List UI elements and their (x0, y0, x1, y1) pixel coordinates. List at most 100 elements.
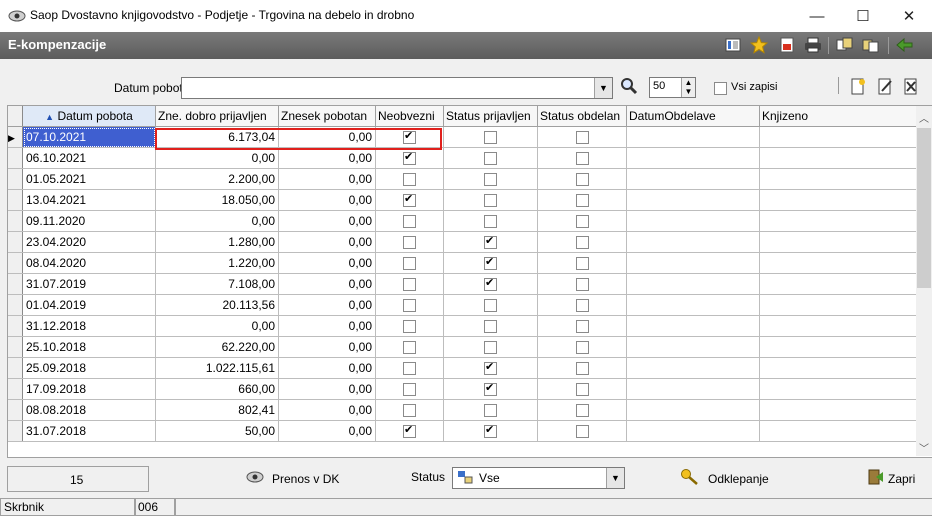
col-header-datum-pobota[interactable]: ▲ Datum pobota (22, 106, 156, 127)
cell-datum-obdelave[interactable] (626, 420, 760, 442)
table-row[interactable]: 13.04.2021 18.050,00 0,00 (8, 189, 918, 211)
status-prijavljen-checkbox[interactable] (484, 255, 497, 271)
cell-knjizeno[interactable] (759, 294, 918, 316)
status-obdelan-checkbox[interactable] (575, 383, 589, 397)
cell-zne-dobro-prijavljen[interactable]: 50,00 (155, 420, 279, 442)
row-indicator[interactable] (8, 210, 23, 232)
row-indicator[interactable] (8, 420, 23, 442)
all-records-checkbox[interactable] (714, 82, 727, 96)
neobvezni-checkbox[interactable] (403, 299, 416, 313)
scroll-up-icon[interactable]: ︿ (919, 110, 929, 125)
cell-znesek-pobotan[interactable]: 0,00 (278, 147, 376, 169)
cell-zne-dobro-prijavljen[interactable]: 6.173,04 (155, 126, 279, 148)
status-obdelan-checkbox[interactable] (575, 425, 589, 439)
date-filter-combo[interactable]: ▼ (181, 77, 613, 99)
table-row[interactable]: 01.05.2021 2.200,00 0,00 (8, 168, 918, 190)
favorite-star-icon[interactable] (750, 36, 768, 54)
minimize-button[interactable]: — (794, 0, 840, 32)
delete-document-icon[interactable] (903, 78, 919, 99)
cell-datum-pobota[interactable]: 25.09.2018 (22, 357, 156, 379)
cell-knjizeno[interactable] (759, 399, 918, 421)
cell-datum-obdelave[interactable] (626, 210, 760, 232)
cell-datum-pobota[interactable]: 17.09.2018 (22, 378, 156, 400)
cell-knjizeno[interactable] (759, 126, 918, 148)
cell-zne-dobro-prijavljen[interactable]: 1.022.115,61 (155, 357, 279, 379)
cell-znesek-pobotan[interactable]: 0,00 (278, 210, 376, 232)
cell-status-prijavljen[interactable] (443, 357, 538, 379)
scroll-down-icon[interactable]: ﹀ (919, 440, 929, 455)
neobvezni-checkbox[interactable] (403, 423, 416, 439)
col-header-status-obdelan[interactable]: Status obdelan (537, 106, 627, 127)
cell-status-prijavljen[interactable] (443, 210, 538, 232)
cell-datum-pobota[interactable]: 31.07.2019 (22, 273, 156, 295)
cell-status-prijavljen[interactable] (443, 273, 538, 295)
status-obdelan-checkbox[interactable] (575, 131, 589, 145)
vertical-scrollbar[interactable]: ︿ ﹀ (916, 106, 932, 456)
cell-status-prijavljen[interactable] (443, 189, 538, 211)
row-indicator[interactable] (8, 399, 23, 421)
status-obdelan-checkbox[interactable] (575, 173, 589, 187)
cell-zne-dobro-prijavljen[interactable]: 1.280,00 (155, 231, 279, 253)
search-icon[interactable] (620, 77, 638, 98)
cell-datum-pobota[interactable]: 09.11.2020 (22, 210, 156, 232)
cell-status-prijavljen[interactable] (443, 168, 538, 190)
status-obdelan-checkbox[interactable] (575, 215, 589, 229)
cell-status-obdelan[interactable] (537, 294, 627, 316)
cell-znesek-pobotan[interactable]: 0,00 (278, 420, 376, 442)
col-header-znesek-pobotan[interactable]: Znesek pobotan (278, 106, 376, 127)
edit-document-icon[interactable] (877, 78, 893, 99)
cell-zne-dobro-prijavljen[interactable]: 2.200,00 (155, 168, 279, 190)
cell-datum-pobota[interactable]: 01.05.2021 (22, 168, 156, 190)
cell-status-obdelan[interactable] (537, 315, 627, 337)
cell-zne-dobro-prijavljen[interactable]: 660,00 (155, 378, 279, 400)
cell-neobvezni[interactable] (375, 336, 444, 358)
table-row[interactable]: 31.07.2018 50,00 0,00 (8, 420, 918, 442)
cell-zne-dobro-prijavljen[interactable]: 0,00 (155, 315, 279, 337)
neobvezni-checkbox[interactable] (403, 173, 416, 187)
neobvezni-checkbox[interactable] (403, 257, 416, 271)
row-indicator[interactable] (8, 189, 23, 211)
cell-znesek-pobotan[interactable]: 0,00 (278, 357, 376, 379)
status-obdelan-checkbox[interactable] (575, 152, 589, 166)
status-obdelan-checkbox[interactable] (575, 236, 589, 250)
cell-datum-obdelave[interactable] (626, 336, 760, 358)
cell-datum-pobota[interactable]: 25.10.2018 (22, 336, 156, 358)
exit-arrow-icon[interactable] (896, 36, 914, 54)
cell-knjizeno[interactable] (759, 378, 918, 400)
new-document-icon[interactable] (850, 78, 866, 99)
cell-znesek-pobotan[interactable]: 0,00 (278, 378, 376, 400)
cell-datum-obdelave[interactable] (626, 357, 760, 379)
cell-neobvezni[interactable] (375, 378, 444, 400)
cell-datum-pobota[interactable]: 07.10.2021 (22, 126, 156, 148)
status-obdelan-checkbox[interactable] (575, 194, 589, 208)
cell-znesek-pobotan[interactable]: 0,00 (278, 273, 376, 295)
cell-neobvezni[interactable] (375, 252, 444, 274)
status-prijavljen-checkbox[interactable] (484, 131, 497, 145)
cell-neobvezni[interactable] (375, 210, 444, 232)
neobvezni-checkbox[interactable] (403, 192, 416, 208)
cell-status-prijavljen[interactable] (443, 252, 538, 274)
cell-zne-dobro-prijavljen[interactable]: 0,00 (155, 210, 279, 232)
table-row[interactable]: 25.09.2018 1.022.115,61 0,00 (8, 357, 918, 379)
table-row[interactable]: 08.08.2018 802,41 0,00 (8, 399, 918, 421)
cell-znesek-pobotan[interactable]: 0,00 (278, 168, 376, 190)
cell-znesek-pobotan[interactable]: 0,00 (278, 336, 376, 358)
cell-zne-dobro-prijavljen[interactable]: 0,00 (155, 147, 279, 169)
copy-record-icon[interactable] (836, 36, 854, 54)
compensation-grid[interactable]: ▲ Datum pobota Zne. dobro prijavljen Zne… (7, 105, 932, 458)
neobvezni-checkbox[interactable] (403, 383, 416, 397)
cell-neobvezni[interactable] (375, 168, 444, 190)
cell-datum-obdelave[interactable] (626, 252, 760, 274)
col-header-neobvezni[interactable]: Neobvezni (375, 106, 444, 127)
cell-status-prijavljen[interactable] (443, 420, 538, 442)
status-obdelan-checkbox[interactable] (575, 320, 589, 334)
row-indicator[interactable]: ▶ (8, 126, 23, 148)
cell-datum-pobota[interactable]: 31.07.2018 (22, 420, 156, 442)
unlock-button[interactable]: Odklepanje (680, 468, 769, 489)
chevron-down-icon[interactable]: ▼ (594, 78, 612, 98)
cell-datum-pobota[interactable]: 06.10.2021 (22, 147, 156, 169)
status-obdelan-checkbox[interactable] (575, 299, 589, 313)
cell-status-obdelan[interactable] (537, 168, 627, 190)
cell-status-obdelan[interactable] (537, 189, 627, 211)
table-row[interactable]: 01.04.2019 20.113,56 0,00 (8, 294, 918, 316)
